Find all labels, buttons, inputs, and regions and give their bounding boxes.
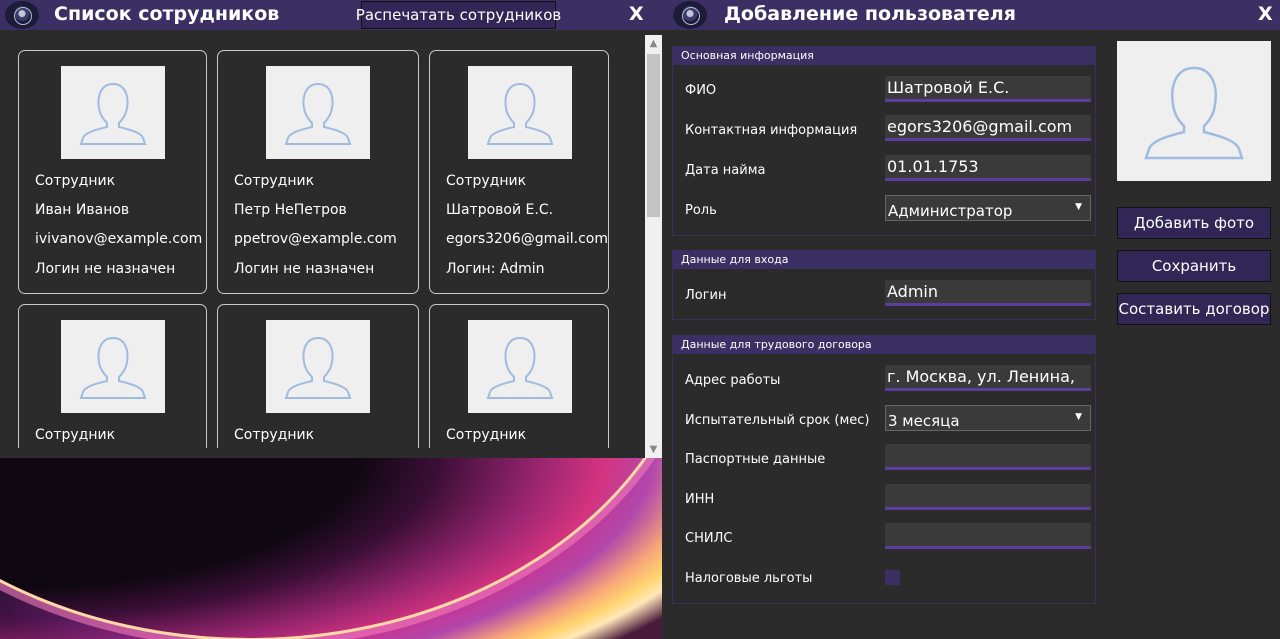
employee-card[interactable]: Сотрудник Шатровой Е.С. egors3206@gmail.… xyxy=(429,50,609,294)
card-role: Сотрудник xyxy=(446,173,527,189)
probation-select[interactable]: 3 месяца ▼ xyxy=(885,405,1091,431)
group-header: Данные для входа xyxy=(673,251,1095,269)
app-logo-icon xyxy=(5,1,39,29)
employee-card[interactable]: Сотрудник Петр НеПетров ppetrov@example.… xyxy=(217,50,419,294)
login-label: Логин xyxy=(685,288,727,303)
user-silhouette-icon xyxy=(1144,66,1244,160)
card-name: Шатровой Е.С. xyxy=(446,202,554,218)
card-login: Логин: Admin xyxy=(446,261,545,277)
probation-select-value: 3 месяца xyxy=(888,412,960,430)
tax-benefits-checkbox[interactable] xyxy=(885,570,900,585)
contact-field[interactable]: egors3206@gmail.com xyxy=(885,115,1091,141)
user-silhouette-icon xyxy=(284,82,352,145)
employee-card[interactable]: Сотрудник xyxy=(217,304,419,448)
app-logo-icon xyxy=(673,1,707,29)
fio-label: ФИО xyxy=(685,83,717,98)
vertical-scrollbar[interactable]: ▲ ▼ xyxy=(645,35,662,458)
snils-field[interactable] xyxy=(885,523,1091,549)
user-silhouette-icon xyxy=(79,336,147,399)
passport-field[interactable] xyxy=(885,444,1091,470)
desktop-wallpaper xyxy=(0,458,662,639)
card-email: ivivanov@example.com xyxy=(35,231,203,247)
card-name: Петр НеПетров xyxy=(234,202,347,218)
user-silhouette-icon xyxy=(79,82,147,145)
hire-date-field[interactable]: 01.01.1753 xyxy=(885,155,1091,181)
card-name: Иван Иванов xyxy=(35,202,130,218)
role-label: Роль xyxy=(685,203,717,218)
passport-label: Паспортные данные xyxy=(685,452,826,467)
user-photo xyxy=(1117,41,1271,181)
hire-date-label: Дата найма xyxy=(685,163,766,178)
employee-grid: Сотрудник Иван Иванов ivivanov@example.c… xyxy=(0,30,645,448)
fio-field[interactable]: Шатровой Е.С. xyxy=(885,76,1091,102)
window-title: Добавление пользователя xyxy=(724,3,1016,25)
snils-label: СНИЛС xyxy=(685,531,733,546)
group-header: Основная информация xyxy=(673,47,1095,65)
save-button[interactable]: Сохранить xyxy=(1117,250,1271,282)
card-role: Сотрудник xyxy=(35,427,116,443)
card-login: Логин не назначен xyxy=(234,261,375,277)
probation-label: Испытательный срок (мес) xyxy=(685,413,870,428)
inn-label: ИНН xyxy=(685,492,715,507)
address-label: Адрес работы xyxy=(685,373,781,388)
avatar xyxy=(266,320,370,413)
avatar xyxy=(468,320,572,413)
contact-label: Контактная информация xyxy=(685,123,858,138)
window-title: Список сотрудников xyxy=(54,3,280,25)
title-bar: Добавление пользователя X xyxy=(662,0,1280,30)
card-role: Сотрудник xyxy=(35,173,116,189)
avatar xyxy=(61,66,165,159)
user-silhouette-icon xyxy=(486,82,554,145)
title-bar: Список сотрудников Распечатать сотрудник… xyxy=(0,0,662,30)
address-field[interactable]: г. Москва, ул. Ленина, xyxy=(885,365,1091,391)
close-button[interactable]: X xyxy=(629,3,644,25)
role-select[interactable]: Администратор ▼ xyxy=(885,195,1091,221)
contract-group: Данные для трудового договора Адрес рабо… xyxy=(672,335,1096,604)
user-silhouette-icon xyxy=(486,336,554,399)
avatar xyxy=(266,66,370,159)
avatar xyxy=(61,320,165,413)
card-email: ppetrov@example.com xyxy=(234,231,397,247)
scroll-thumb[interactable] xyxy=(647,54,660,217)
tax-benefits-label: Налоговые льготы xyxy=(685,571,813,586)
employee-card[interactable]: Сотрудник Иван Иванов ivivanov@example.c… xyxy=(18,50,207,294)
login-group: Данные для входа Логин Admin xyxy=(672,250,1096,320)
employee-card[interactable]: Сотрудник xyxy=(429,304,609,448)
chevron-down-icon[interactable]: ▼ xyxy=(645,441,662,458)
add-user-window: Добавление пользователя X Основная инфор… xyxy=(662,0,1280,639)
card-login: Логин не назначен xyxy=(35,261,176,277)
close-button[interactable]: X xyxy=(1258,3,1273,25)
create-contract-button[interactable]: Составить договор xyxy=(1117,293,1271,325)
group-header: Данные для трудового договора xyxy=(673,336,1095,354)
chevron-down-icon: ▼ xyxy=(1075,202,1082,212)
employee-card[interactable]: Сотрудник xyxy=(18,304,207,448)
card-role: Сотрудник xyxy=(446,427,527,443)
employee-list-window: Список сотрудников Распечатать сотрудник… xyxy=(0,0,662,458)
basic-info-group: Основная информация ФИО Шатровой Е.С. Ко… xyxy=(672,46,1096,236)
chevron-up-icon[interactable]: ▲ xyxy=(645,35,662,52)
add-photo-button[interactable]: Добавить фото xyxy=(1117,207,1271,239)
login-field[interactable]: Admin xyxy=(885,280,1091,306)
card-email: egors3206@gmail.com xyxy=(446,231,608,247)
role-select-value: Администратор xyxy=(888,202,1013,220)
card-role: Сотрудник xyxy=(234,427,315,443)
inn-field[interactable] xyxy=(885,484,1091,510)
avatar xyxy=(468,66,572,159)
user-silhouette-icon xyxy=(284,336,352,399)
print-employees-button[interactable]: Распечатать сотрудников xyxy=(356,1,561,29)
card-role: Сотрудник xyxy=(234,173,315,189)
chevron-down-icon: ▼ xyxy=(1075,412,1082,422)
